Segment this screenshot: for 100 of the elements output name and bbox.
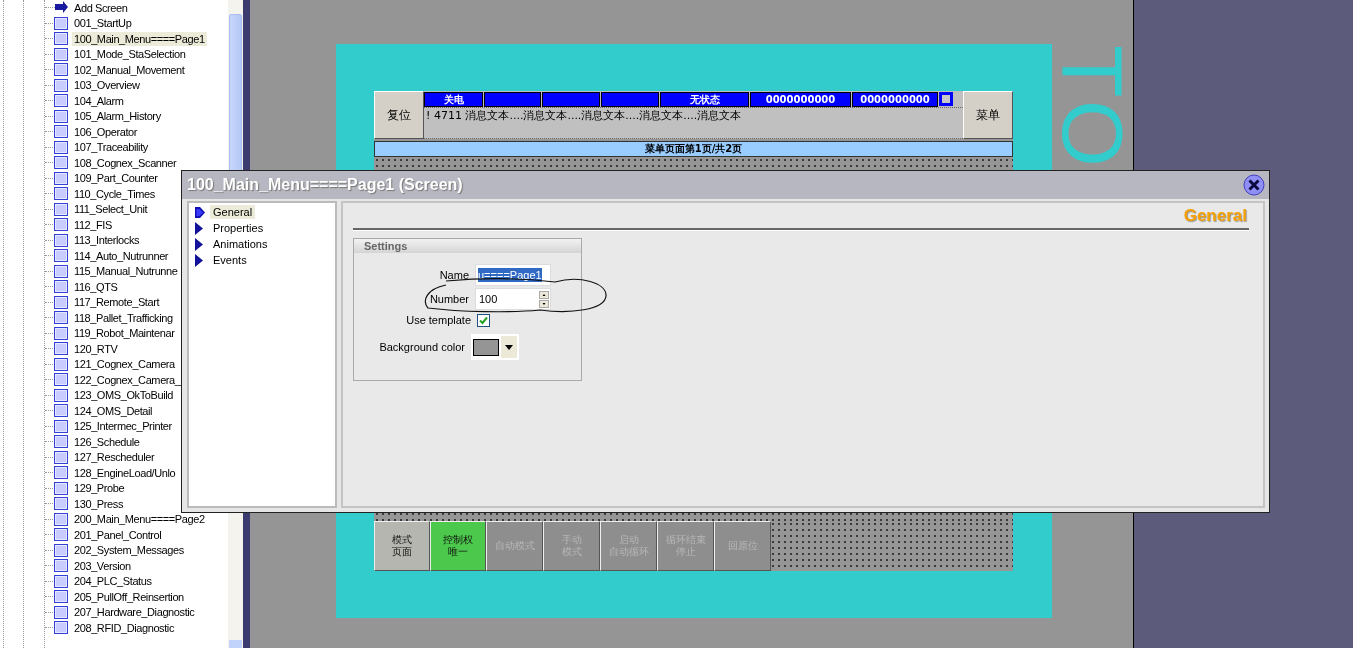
screen-icon (54, 156, 68, 170)
tree-item[interactable]: 130_Press (72, 496, 125, 511)
tree-item[interactable]: 114_Auto_Nutrunner (72, 248, 171, 263)
check-icon (478, 314, 489, 326)
field-label: Name (439, 269, 469, 281)
tree-item[interactable]: 207_Hardware_Diagnostic (72, 605, 197, 620)
status-cell: 无状态 (660, 92, 749, 107)
tree-item[interactable]: 102_Manual_Movement (72, 62, 187, 77)
screen-icon (54, 311, 68, 325)
nav-item[interactable]: Properties (210, 221, 267, 235)
tree-item[interactable]: 203_Version (72, 558, 133, 573)
tree-item[interactable]: 109_Part_Counter (72, 171, 160, 186)
screen-icon (54, 63, 68, 77)
screen-icon (54, 388, 68, 402)
screen-icon (54, 32, 68, 46)
tree-item[interactable]: 202_System_Messages (72, 543, 186, 558)
screen-icon (54, 466, 68, 480)
arrow-icon (194, 221, 206, 235)
screen-icon (54, 125, 68, 139)
screen-icon (54, 233, 68, 247)
template-checkbox[interactable] (477, 313, 490, 327)
reset-button[interactable]: 复位 (374, 91, 424, 139)
screen-icon (54, 435, 68, 449)
tree-item[interactable]: 112_FIS (72, 217, 114, 232)
tree-item[interactable]: 001_StartUp (72, 16, 134, 31)
tree-item[interactable]: 122_Cognex_Camera_ (72, 372, 183, 387)
tree-item[interactable]: 125_Intermec_Printer (72, 419, 174, 434)
tree-item[interactable]: 117_Remote_Start (72, 295, 162, 310)
tree-item[interactable]: 126_Schedule (72, 434, 142, 449)
close-button[interactable] (1243, 174, 1265, 196)
screen-icon (54, 404, 68, 418)
tree-item[interactable]: 200_Main_Menu====Page2 (72, 512, 207, 527)
screen-icon (54, 481, 68, 495)
screen-icon (54, 373, 68, 387)
screen-icon (54, 497, 68, 511)
group-title: Settings (354, 239, 581, 253)
spin-down-icon (539, 299, 549, 308)
tree-item[interactable]: 105_Alarm_History (72, 109, 163, 124)
tree-item[interactable]: 121_Cognex_Camera (72, 357, 177, 372)
message-text: ! 4711 消息文本....消息文本....消息文本....消息文本....消息文本 (424, 107, 963, 124)
screen-icon (54, 171, 68, 185)
field-label: Number (429, 293, 469, 305)
color-swatch (473, 338, 499, 356)
screen-icon (54, 559, 68, 573)
status-cell (601, 92, 659, 107)
screen-icon (54, 94, 68, 108)
arrow-icon (194, 237, 206, 251)
device-brand-text: TO (1057, 45, 1129, 171)
tree-item[interactable]: 103_Overview (72, 78, 142, 93)
tree-item[interactable]: 107_Traceability (72, 140, 150, 155)
tree-item[interactable]: 201_Panel_Control (72, 527, 164, 542)
tree-item[interactable]: 118_Pallet_Trafficking (72, 310, 175, 325)
status-cell (542, 92, 600, 107)
dropdown-icon (501, 336, 517, 358)
number-field[interactable]: 100 (475, 288, 551, 310)
tree-item[interactable]: Add Screen (72, 0, 130, 15)
nav-item[interactable]: General (210, 205, 256, 219)
tree-item[interactable]: 128_EngineLoad/Unlo (72, 465, 178, 480)
tree-item[interactable]: 106_Operator (72, 124, 140, 139)
close-icon (1243, 174, 1265, 196)
tree-item[interactable]: 101_Mode_StaSelection (72, 47, 188, 62)
tree-item[interactable]: 110_Cycle_Times (72, 186, 157, 201)
tree-item[interactable]: 113_Interlocks (72, 233, 142, 248)
screen-icon (54, 512, 68, 526)
tree-item[interactable]: 208_RFID_Diagnostic (72, 620, 176, 635)
screen-icon (54, 280, 68, 294)
tree-item[interactable]: 123_OMS_OkToBuild (72, 388, 175, 403)
tree-item[interactable]: 108_Cognex_Scanner (72, 155, 179, 170)
screen-icon (54, 419, 68, 433)
screen-icon (54, 264, 68, 278)
arrow-icon (194, 205, 206, 219)
tree-item[interactable]: 116_QTS (72, 279, 120, 294)
tree-item[interactable]: 100_Main_Menu====Page1 (72, 31, 207, 46)
screen-icon (54, 187, 68, 201)
tree-item[interactable]: 120_RTV (72, 341, 120, 356)
tree-item[interactable]: 124_OMS_Detail (72, 403, 155, 418)
screen-icon (54, 528, 68, 542)
field-label: Background color (379, 341, 465, 353)
tree-item[interactable]: 115_Manual_Nutrunne (72, 264, 180, 279)
tree-item[interactable]: 104_Alarm (72, 93, 126, 108)
tree-item[interactable]: 205_PullOff_Reinsertion (72, 589, 186, 604)
screen-icon (54, 202, 68, 216)
tree-item[interactable]: 127_Rescheduler (72, 450, 157, 465)
status-cell: 0000000000 (852, 92, 938, 107)
nav-item[interactable]: Animations (210, 237, 271, 251)
name-field[interactable]: u====Page1 (475, 264, 551, 286)
color-picker[interactable] (471, 334, 519, 360)
menu-button[interactable]: 菜单 (963, 91, 1013, 139)
field-label: Use template (406, 314, 471, 326)
tree-item[interactable]: 119_Robot_Maintenar (72, 326, 177, 341)
tree-item[interactable]: 204_PLC_Status (72, 574, 154, 589)
dialog-title: 100_Main_Menu====Page1 (Screen) (187, 176, 463, 194)
nav-item[interactable]: Events (210, 253, 250, 267)
status-cell: 关电 (424, 92, 483, 107)
screen-button[interactable]: 控制权 唯一 (430, 521, 486, 571)
screen-icon (54, 543, 68, 557)
tree-item[interactable]: 111_Select_Unit (72, 202, 150, 217)
screen-icon (54, 621, 68, 635)
tree-item[interactable]: 129_Probe (72, 481, 127, 496)
screen-button[interactable]: 模式 页面 (374, 521, 430, 571)
